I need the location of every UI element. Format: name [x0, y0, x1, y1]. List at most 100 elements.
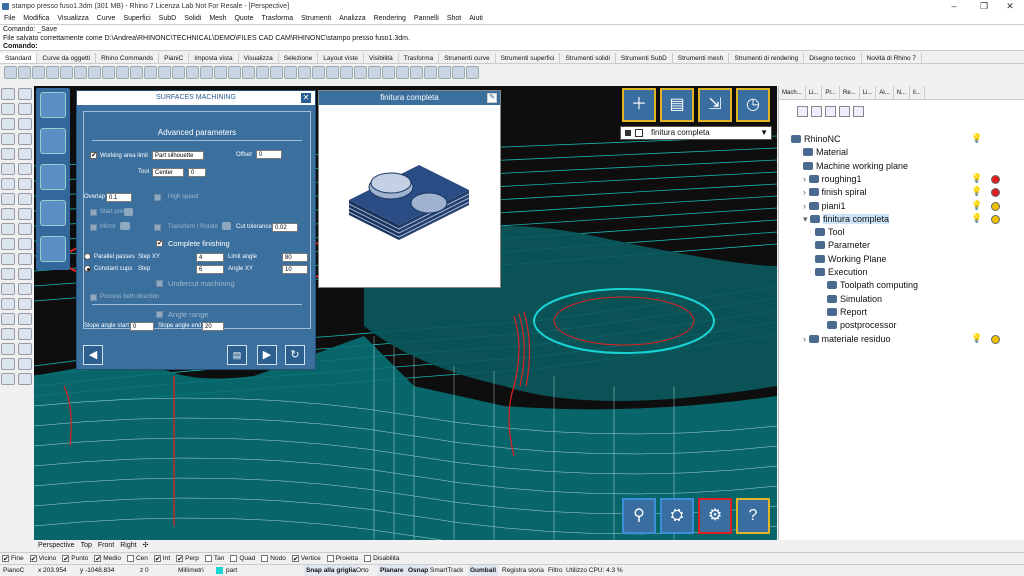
right-panel-tab[interactable]: Pr... — [822, 86, 841, 99]
toolbar-tab[interactable]: Trasforma — [399, 53, 440, 63]
osnap-checkbox[interactable] — [204, 555, 212, 562]
left-tool-icon[interactable] — [1, 208, 15, 220]
left-tool-icon[interactable] — [18, 253, 32, 265]
toolbar-tab[interactable]: Novità di Rhino 7 — [862, 53, 923, 63]
start-point-checkbox[interactable] — [90, 209, 97, 216]
left-tool-icon[interactable] — [1, 358, 15, 370]
viewport-tab-perspective[interactable]: Perspective — [38, 540, 75, 551]
toolbar-tool-icon[interactable] — [312, 66, 325, 79]
left-tool-icon[interactable] — [1, 88, 15, 100]
tree-node[interactable]: › finish spiral — [803, 187, 867, 197]
toolbar-tool-icon[interactable] — [88, 66, 101, 79]
menu-item-mesh[interactable]: Mesh — [209, 13, 226, 24]
left-tool-icon[interactable] — [18, 193, 32, 205]
right-panel-tab[interactable]: Re... — [840, 86, 860, 99]
toolbar-tool-icon[interactable] — [46, 66, 59, 79]
expand-chevron-icon[interactable]: › — [803, 187, 809, 197]
operation-checkbox[interactable] — [635, 129, 643, 137]
tool-button[interactable]: ⚲ — [622, 498, 656, 534]
left-tool-icon[interactable] — [18, 133, 32, 145]
menu-item-shot[interactable]: Shot — [447, 13, 461, 24]
mirror-checkbox[interactable] — [90, 224, 97, 231]
zoom-out-icon[interactable] — [853, 106, 864, 117]
slope-start-field[interactable]: 0 — [130, 322, 154, 331]
machine-button[interactable]: ⛭ — [660, 498, 694, 534]
working-plane-button[interactable] — [40, 236, 66, 262]
lightbulb-icon[interactable]: 💡 — [971, 213, 982, 224]
right-panel-tab[interactable]: li... — [910, 86, 925, 99]
right-panel-tab[interactable]: Li... — [860, 86, 877, 99]
status-dot-icon[interactable] — [991, 214, 1000, 224]
toolbar-tab[interactable]: Strumenti mesh — [673, 53, 730, 63]
left-tool-icon[interactable] — [1, 298, 15, 310]
next-button[interactable]: ▶ — [257, 345, 277, 365]
transform-options-button[interactable] — [222, 222, 231, 230]
lightbulb-icon[interactable]: 💡 — [971, 173, 982, 184]
toolbar-tab[interactable]: Disegno tecnico — [804, 53, 862, 63]
back-button[interactable]: ◀ — [83, 345, 103, 365]
lightbulb-icon[interactable]: 💡 — [971, 200, 982, 211]
tree-node[interactable]: Toolpath computing — [827, 280, 918, 290]
collapse-icon[interactable] — [797, 106, 808, 117]
toolbar-tab[interactable]: Selezione — [279, 53, 319, 63]
left-tool-icon[interactable] — [18, 178, 32, 190]
menu-item-solidi[interactable]: Solidi — [184, 13, 201, 24]
minimize-icon[interactable]: – — [940, 0, 968, 13]
start-point-pick-button[interactable] — [124, 208, 133, 216]
left-tool-icon[interactable] — [18, 238, 32, 250]
tree-node[interactable]: Tool — [815, 227, 845, 237]
toolbar-tool-icon[interactable] — [116, 66, 129, 79]
osnap-punto[interactable]: Punto — [62, 553, 88, 565]
toolbar-tab[interactable]: Visibilità — [364, 53, 399, 63]
left-tool-icon[interactable] — [1, 328, 15, 340]
menu-item-subd[interactable]: SubD — [159, 13, 177, 24]
left-tool-icon[interactable] — [18, 118, 32, 130]
menu-item-strumenti[interactable]: Strumenti — [301, 13, 331, 24]
complete-finishing-checkbox[interactable] — [156, 239, 163, 247]
toolbar-tool-icon[interactable] — [228, 66, 241, 79]
menu-item-rendering[interactable]: Rendering — [374, 13, 406, 24]
osnap-quad[interactable]: Quad — [230, 553, 255, 564]
machining-hat-button[interactable] — [40, 128, 66, 154]
osnap-vertice[interactable]: Vertice — [291, 553, 321, 565]
expand-chevron-icon[interactable]: › — [803, 201, 809, 211]
left-tool-icon[interactable] — [1, 103, 15, 115]
status-orto[interactable]: Orto — [356, 565, 369, 576]
tool-select[interactable]: Center — [152, 168, 184, 177]
viewport-tab-top[interactable]: Top — [81, 540, 92, 551]
material-tool-button[interactable] — [40, 92, 66, 118]
left-tool-icon[interactable] — [1, 118, 15, 130]
osnap-int[interactable]: Int — [153, 553, 170, 565]
undercut-checkbox[interactable] — [156, 280, 163, 287]
transform-rotate-checkbox[interactable] — [154, 224, 161, 231]
parallel-passes-radio[interactable] — [84, 253, 91, 260]
toolbar-tool-icon[interactable] — [200, 66, 213, 79]
edit-icon[interactable]: ✎ — [487, 93, 497, 103]
add-viewport-icon[interactable]: ✣ — [143, 540, 149, 551]
osnap-perp[interactable]: Perp — [176, 553, 199, 565]
toolbar-tool-icon[interactable] — [186, 66, 199, 79]
menu-item-visualizza[interactable]: Visualizza — [57, 13, 88, 24]
status-layer[interactable]: part — [226, 565, 237, 576]
limit-angle-field[interactable]: 80 — [282, 253, 308, 262]
left-tool-icon[interactable] — [18, 373, 32, 385]
status-dot-icon[interactable] — [991, 334, 1000, 344]
left-tool-icon[interactable] — [18, 163, 32, 175]
toolbar-tool-icon[interactable] — [326, 66, 339, 79]
timing-button[interactable]: ◷ — [736, 88, 770, 122]
status-osnap[interactable]: Osnap — [406, 565, 431, 576]
menu-item-superfici[interactable]: Superfici — [123, 13, 150, 24]
toolbar-tool-icon[interactable] — [102, 66, 115, 79]
cut-tolerance-field[interactable]: 0.02 — [272, 223, 298, 232]
toolbar-tool-icon[interactable] — [466, 66, 479, 79]
toolbar-tool-icon[interactable] — [4, 66, 17, 79]
tree-icon[interactable] — [825, 106, 836, 117]
osnap-cen[interactable]: Cen — [126, 553, 148, 564]
toolbar-tab[interactable]: Strumenti di rendering — [729, 53, 805, 63]
osnap-checkbox[interactable] — [2, 554, 9, 565]
command-prompt[interactable]: Comando: — [3, 43, 1021, 52]
left-tool-icon[interactable] — [18, 208, 32, 220]
tree-node[interactable]: Execution — [815, 267, 868, 277]
expand-chevron-icon[interactable]: ▾ — [803, 214, 810, 224]
left-tool-icon[interactable] — [1, 223, 15, 235]
